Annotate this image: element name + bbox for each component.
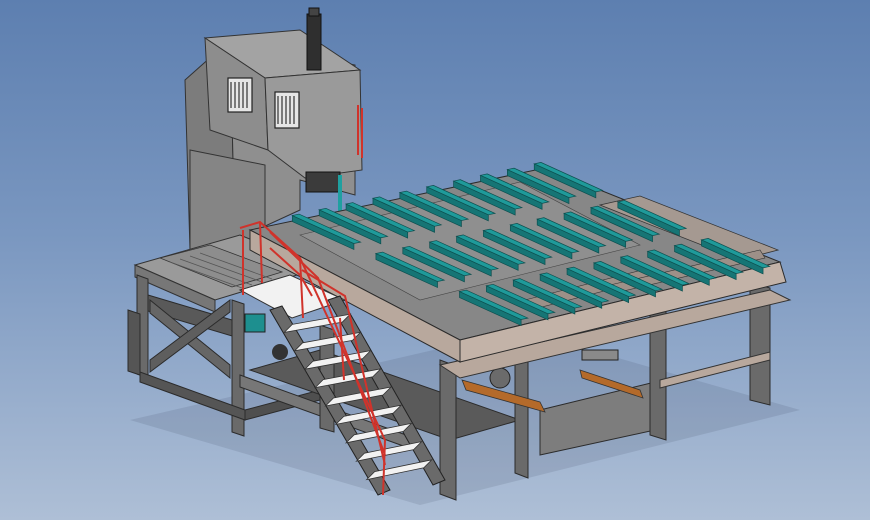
vent-right (274, 91, 300, 129)
saw-head (305, 171, 341, 193)
cad-viewport[interactable] (0, 0, 870, 520)
blade-tensioner (306, 13, 322, 71)
vent-left (227, 77, 253, 113)
band-saw-model (127, 7, 800, 505)
